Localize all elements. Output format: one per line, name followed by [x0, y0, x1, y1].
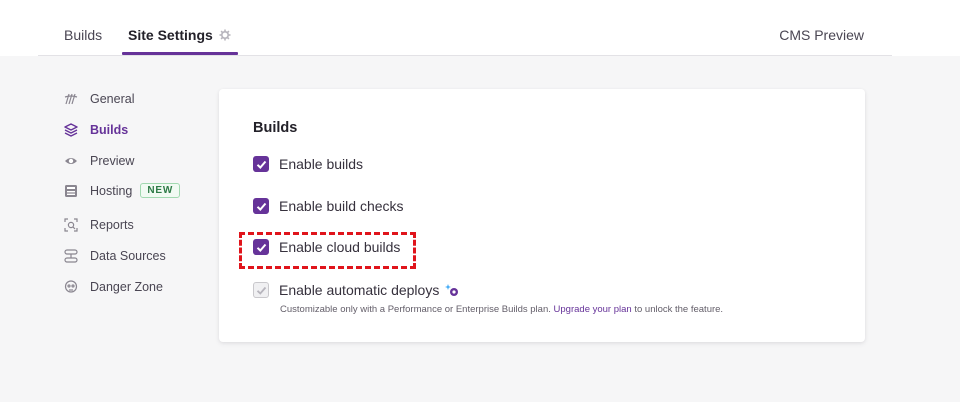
helper-text-suffix: to unlock the feature. — [634, 304, 724, 315]
layers-icon — [64, 123, 78, 137]
sidebar-item-label: Danger Zone — [90, 280, 163, 294]
sidebar-item-hosting[interactable]: Hosting NEW — [64, 183, 181, 198]
check-icon — [256, 286, 266, 295]
sidebar-item-data-sources[interactable]: Data Sources — [64, 249, 166, 263]
cms-preview-link[interactable]: CMS Preview — [779, 27, 864, 43]
tab-builds[interactable]: Builds — [64, 27, 102, 43]
reports-icon — [64, 218, 78, 232]
sidebar-item-preview[interactable]: Preview — [64, 154, 134, 168]
upgrade-plan-link[interactable]: Upgrade your plan — [554, 304, 632, 315]
data-sources-icon — [64, 249, 78, 263]
sidebar-item-label: Reports — [90, 218, 134, 232]
check-icon — [256, 160, 266, 169]
enable-automatic-deploys-option: Enable automatic deploys — [253, 282, 459, 298]
check-icon — [256, 202, 266, 211]
enable-automatic-deploys-checkbox — [253, 282, 269, 298]
option-label: Enable builds — [279, 156, 364, 172]
sidebar-item-general[interactable]: General — [64, 92, 134, 106]
top-navigation: Builds Site Settings CMS Preview — [0, 0, 960, 56]
builds-settings-card: Builds Enable builds Enable build checks… — [219, 89, 865, 342]
enable-builds-option[interactable]: Enable builds — [253, 156, 363, 172]
sparkle-icon — [445, 284, 459, 296]
general-icon — [64, 93, 78, 105]
highlight-box — [239, 232, 416, 269]
danger-icon — [64, 280, 78, 293]
tab-site-settings-label: Site Settings — [128, 27, 213, 43]
tab-site-settings[interactable]: Site Settings — [128, 27, 231, 43]
topbar-divider — [38, 55, 892, 56]
sidebar-item-label: Preview — [90, 154, 135, 168]
helper-text: Customizable only with a Performance or … — [280, 304, 551, 315]
sidebar-item-label: General — [90, 92, 135, 106]
eye-icon — [65, 158, 77, 164]
sidebar-item-label: Data Sources — [90, 249, 166, 263]
option-label: Enable automatic deploys — [279, 282, 440, 298]
hosting-icon — [65, 184, 77, 197]
enable-build-checks-option[interactable]: Enable build checks — [253, 198, 404, 214]
gear-icon — [219, 29, 231, 41]
enable-builds-checkbox[interactable] — [253, 156, 269, 172]
sidebar-item-builds[interactable]: Builds — [64, 123, 128, 137]
option-label: Enable build checks — [279, 198, 404, 214]
sidebar-item-danger-zone[interactable]: Danger Zone — [64, 280, 163, 294]
sidebar-item-reports[interactable]: Reports — [64, 218, 134, 232]
sidebar-item-label: Hosting — [90, 183, 133, 198]
enable-build-checks-checkbox[interactable] — [253, 198, 269, 214]
card-title: Builds — [253, 120, 298, 136]
new-badge: NEW — [140, 183, 181, 198]
upgrade-helper-text: Customizable only with a Performance or … — [280, 304, 723, 315]
sidebar-item-label: Builds — [90, 123, 129, 137]
